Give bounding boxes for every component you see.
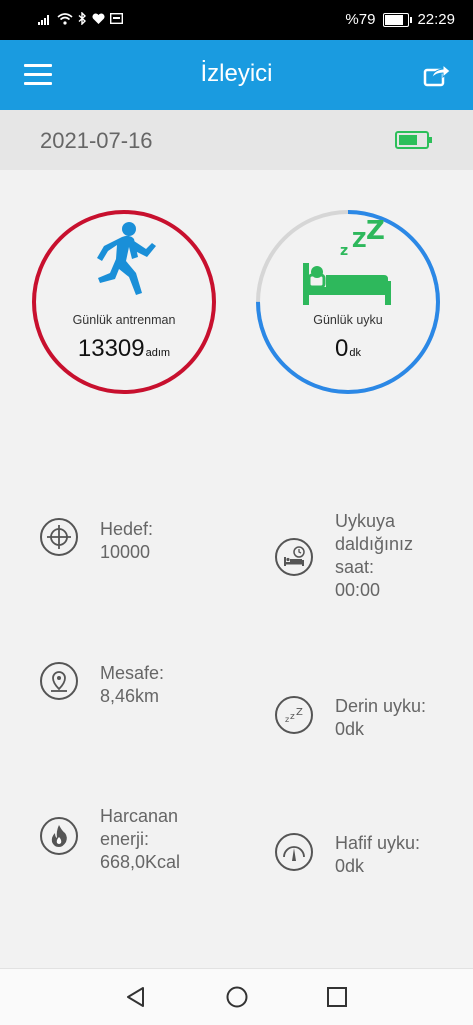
activity-unit: adım <box>145 347 171 359</box>
device-battery-icon <box>395 131 432 149</box>
deep-sleep-label: Derin uyku: <box>335 696 427 716</box>
date-label[interactable]: 2021-07-16 <box>40 128 153 154</box>
sleeping-bed-icon: z Z Z <box>303 217 391 305</box>
system-nav-bar <box>0 968 473 1025</box>
running-person-icon <box>97 222 156 295</box>
clock: 22:29 <box>417 11 455 28</box>
goal-value: 10000 <box>100 542 151 562</box>
energy-stat: Harcanan enerji: 668,0Kcal <box>40 805 200 874</box>
card-icon <box>110 13 123 24</box>
status-bar: %79 22:29 <box>0 0 473 40</box>
energy-value: 668,0Kcal <box>100 852 181 872</box>
back-triangle-icon[interactable] <box>124 985 148 1009</box>
deep-sleep-value: 0dk <box>335 719 365 739</box>
sleep-label: Günlük uyku <box>313 313 383 327</box>
distance-value: 8,46km <box>100 686 160 706</box>
goal-stat: Hedef: 10000 <box>40 518 153 564</box>
home-circle-icon[interactable] <box>225 985 249 1009</box>
share-icon[interactable] <box>423 62 451 88</box>
svg-text:z: z <box>285 715 289 724</box>
wifi-icon <box>57 12 73 25</box>
bluetooth-icon <box>78 12 87 25</box>
light-sleep-label: Hafif uyku: <box>335 833 421 853</box>
sleep-value: 0dk <box>335 335 361 362</box>
svg-text:Z: Z <box>352 228 367 252</box>
sleep-start-label: Uykuya daldığınız saat: <box>335 511 414 577</box>
light-sleep-stat: Hafif uyku: 0dk <box>275 833 420 878</box>
deep-sleep-stat: z z Z Derin uyku: 0dk <box>275 696 426 741</box>
battery-icon <box>383 12 413 27</box>
goal-label: Hedef: <box>100 519 154 539</box>
daily-activity-ring[interactable]: Günlük antrenman 13309adım <box>31 209 217 395</box>
svg-text:z: z <box>290 712 295 722</box>
activity-label: Günlük antrenman <box>72 313 176 327</box>
gauge-icon <box>275 833 313 871</box>
svg-text:Z: Z <box>296 707 303 718</box>
activity-value: 13309adım <box>77 335 171 362</box>
signal-icon <box>38 14 49 25</box>
sleep-start-stat: Uykuya daldığınız saat: 00:00 <box>275 510 430 602</box>
light-sleep-value: 0dk <box>335 856 365 876</box>
heart-icon <box>92 12 105 24</box>
sleep-start-value: 00:00 <box>335 580 381 600</box>
recents-square-icon[interactable] <box>325 985 349 1009</box>
target-icon <box>40 518 78 556</box>
app-bar: İzleyici <box>0 40 473 110</box>
distance-label: Mesafe: <box>100 663 165 683</box>
page-title: İzleyici <box>200 60 273 87</box>
flame-icon <box>40 817 78 855</box>
battery-percent: %79 <box>345 11 376 28</box>
energy-label: Harcanan enerji: <box>100 806 179 849</box>
status-icons <box>38 12 123 25</box>
date-bar: 2021-07-16 <box>0 110 473 170</box>
daily-sleep-ring[interactable]: z Z Z Günlük uyku 0dk <box>255 209 441 395</box>
distance-stat: Mesafe: 8,46km <box>40 662 164 708</box>
zzz-icon: z z Z <box>275 696 313 734</box>
sleep-unit: dk <box>349 347 361 359</box>
bed-clock-icon <box>275 538 313 576</box>
location-pin-icon <box>40 662 78 700</box>
svg-text:Z: Z <box>366 217 385 246</box>
svg-text:z: z <box>340 243 348 259</box>
